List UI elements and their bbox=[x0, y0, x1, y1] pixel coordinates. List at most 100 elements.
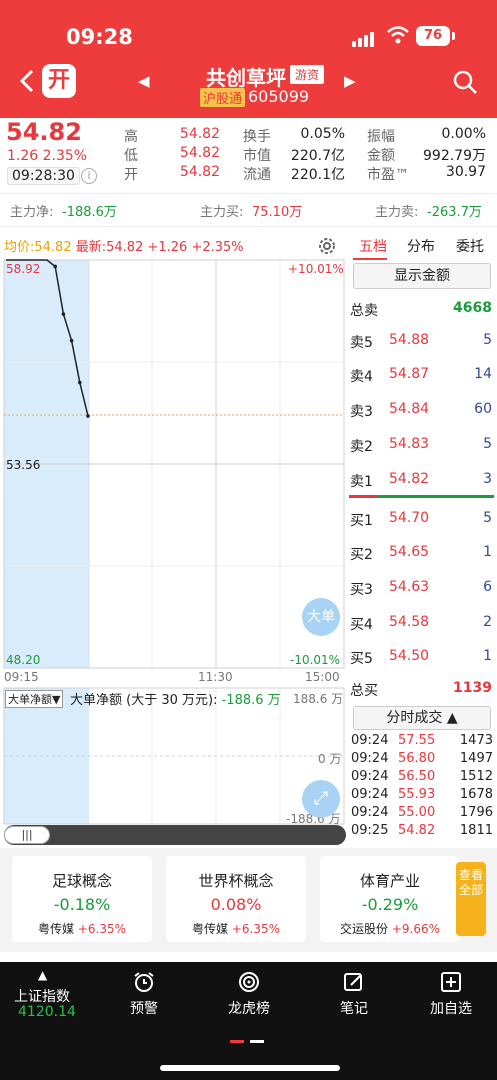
main-force-flow-row: 主力净: -188.6万 主力买: 75.10万 主力卖: -263.7万 bbox=[0, 199, 497, 223]
bid-volume: 1 bbox=[483, 648, 492, 664]
pct-axis-top-label: +10.01% bbox=[288, 262, 344, 276]
y-axis-mid-label: 53.56 bbox=[6, 458, 41, 472]
right-panel-tabs: 五档 分布 委托 bbox=[349, 232, 497, 260]
nav-add-watchlist[interactable]: 加自选 bbox=[428, 970, 474, 1018]
sub-indicator-value: -188.6 万 bbox=[221, 693, 281, 708]
next-stock-arrow-icon[interactable]: ▶ bbox=[344, 72, 356, 90]
tick-row: 09:24 56.50 1512 bbox=[351, 769, 495, 786]
concept-card[interactable]: 足球概念 -0.18% 粤传媒 +6.35% bbox=[12, 856, 152, 942]
nav-alert-label: 预警 bbox=[130, 1001, 158, 1017]
intraday-chart[interactable]: 58.92 53.56 48.20 +10.01% -10.01% 09:15 … bbox=[0, 258, 346, 848]
price-point bbox=[78, 380, 82, 385]
tab-orders[interactable]: 委托 bbox=[456, 236, 484, 256]
concept-pct: 0.08% bbox=[210, 895, 262, 914]
caret-up-icon[interactable]: ▲ bbox=[38, 968, 47, 982]
concept-title: 足球概念 bbox=[51, 872, 112, 890]
ask-row[interactable]: 卖5 54.88 5 bbox=[349, 324, 495, 358]
ask-row[interactable]: 卖3 54.84 60 bbox=[349, 393, 495, 427]
see-all-button[interactable]: 查看全部 bbox=[456, 862, 486, 936]
tick-price: 56.80 bbox=[398, 751, 436, 766]
quote-time: 09:28:30 bbox=[7, 167, 80, 185]
status-time: 09:28 bbox=[66, 25, 133, 49]
bid-row[interactable]: 买1 54.70 5 bbox=[349, 502, 495, 536]
quote-value-market-cap: 220.7亿 bbox=[290, 148, 345, 164]
ask-label: 卖4 bbox=[350, 369, 373, 385]
concept-card[interactable]: 体育产业 -0.29% 交运股份 +9.66% bbox=[320, 856, 460, 942]
hot-money-tag[interactable]: 游资 bbox=[290, 65, 325, 84]
bid-row[interactable]: 买2 54.65 1 bbox=[349, 536, 495, 570]
leader-name: 交运股份 bbox=[339, 922, 388, 936]
bid-label: 买1 bbox=[350, 513, 373, 529]
concept-card[interactable]: 世界杯概念 0.08% 粤传媒 +6.35% bbox=[166, 856, 306, 942]
nav-dragon-tiger[interactable]: 龙虎榜 bbox=[226, 970, 272, 1018]
big-order-button[interactable]: 大单 bbox=[302, 598, 340, 636]
price-point bbox=[86, 414, 90, 418]
bid-volume: 2 bbox=[483, 614, 492, 630]
main-sell-label: 主力卖: bbox=[375, 205, 419, 220]
ask-row[interactable]: 卖2 54.83 5 bbox=[349, 428, 495, 462]
bid-volume: 5 bbox=[483, 510, 492, 526]
bid-price: 54.63 bbox=[389, 579, 430, 595]
ask-row[interactable]: 卖1 54.82 3 bbox=[349, 463, 495, 497]
tick-time: 09:24 bbox=[351, 751, 389, 766]
quote-value-turnover: 0.05% bbox=[300, 126, 345, 142]
total-sell-value: 4668 bbox=[453, 300, 492, 316]
bid-row[interactable]: 买5 54.50 1 bbox=[349, 640, 495, 674]
tab-distribution[interactable]: 分布 bbox=[407, 236, 435, 256]
price-change: 1.26 2.35% bbox=[7, 148, 88, 164]
price-point bbox=[53, 264, 57, 269]
back-arrow-icon[interactable] bbox=[14, 66, 44, 96]
bid-price: 54.70 bbox=[389, 510, 430, 526]
tick-row: 09:24 55.93 1678 bbox=[351, 787, 495, 804]
gear-icon[interactable] bbox=[316, 235, 338, 257]
nav-notes[interactable]: 笔记 bbox=[338, 970, 370, 1018]
show-amount-button[interactable]: 显示金额 bbox=[353, 263, 491, 289]
scrollbar-handle[interactable]: ||| bbox=[4, 826, 50, 844]
bid-volume: 6 bbox=[483, 579, 492, 595]
ask-price: 54.88 bbox=[389, 332, 430, 348]
leader-pct: +6.35% bbox=[77, 922, 127, 936]
chart-scrollbar[interactable] bbox=[4, 825, 346, 845]
y-axis-bottom-label: 48.20 bbox=[6, 653, 41, 667]
concept-title: 世界杯概念 bbox=[198, 872, 274, 890]
quote-label-turnover: 换手 bbox=[243, 129, 271, 145]
tick-trades-toggle-button[interactable]: 分时成交 ▲ bbox=[353, 706, 491, 730]
battery-tip bbox=[452, 32, 455, 40]
ask-volume: 60 bbox=[474, 401, 492, 417]
note-edit-icon bbox=[344, 973, 362, 991]
bid-label: 买5 bbox=[350, 651, 373, 667]
pct-axis-bottom-label: -10.01% bbox=[290, 653, 341, 667]
active-tab-underline bbox=[353, 258, 387, 260]
ask-price: 54.83 bbox=[389, 436, 430, 452]
buy-sell-ratio-bar-red bbox=[349, 495, 377, 498]
index-label[interactable]: 上证指数 bbox=[14, 986, 70, 1006]
total-sell-row: 总卖 4668 bbox=[349, 292, 495, 326]
prev-stock-arrow-icon[interactable]: ◀ bbox=[138, 72, 150, 90]
page-indicator-active bbox=[230, 1040, 244, 1043]
divider bbox=[0, 226, 497, 227]
tab-five-levels[interactable]: 五档 bbox=[359, 236, 387, 256]
app-header: 09:28 76 开 ◀ 共创草坪 游资 沪股通 605099 ▶ bbox=[0, 0, 497, 118]
info-icon[interactable]: i bbox=[81, 168, 97, 184]
bid-row[interactable]: 买4 54.58 2 bbox=[349, 606, 495, 640]
nav-alert[interactable]: 预警 bbox=[128, 970, 160, 1018]
bid-row[interactable]: 买3 54.63 6 bbox=[349, 571, 495, 605]
open-account-badge[interactable]: 开 bbox=[42, 64, 76, 98]
ask-row[interactable]: 卖4 54.87 14 bbox=[349, 358, 495, 392]
concept-leader: 粤传媒 +6.35% bbox=[12, 920, 152, 937]
sub-indicator-selector[interactable]: 大单净额▼ bbox=[5, 690, 64, 708]
ask-price: 54.84 bbox=[389, 401, 430, 417]
bid-price: 54.58 bbox=[389, 614, 430, 630]
tick-time: 09:24 bbox=[351, 805, 389, 820]
quote-value-pe: 30.97 bbox=[445, 164, 486, 180]
bid-label: 买4 bbox=[350, 617, 373, 633]
concept-pct: -0.29% bbox=[361, 895, 419, 914]
search-icon[interactable] bbox=[452, 69, 478, 95]
quote-label-pe: 市盈™ bbox=[367, 167, 409, 183]
bottom-nav: ▲ 上证指数 4120.14 预警 龙虎榜 笔记 加自选 bbox=[0, 962, 497, 1080]
expand-icon[interactable]: ⤢ bbox=[302, 780, 340, 818]
quote-label-low: 低 bbox=[124, 148, 138, 164]
current-price: 54.82 bbox=[6, 118, 82, 146]
page-indicator bbox=[250, 1040, 264, 1043]
buy-sell-ratio-bar-green bbox=[377, 495, 494, 498]
